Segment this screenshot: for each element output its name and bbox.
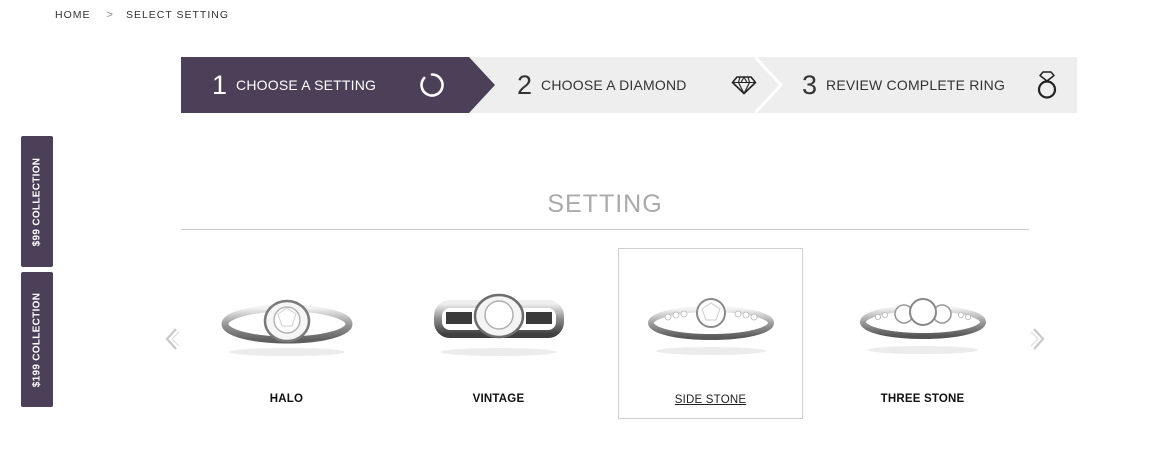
- step-choose-setting[interactable]: 1 CHOOSE A SETTING: [181, 57, 469, 113]
- collection-tab-label: $99 COLLECTION: [31, 157, 43, 246]
- step-label: CHOOSE A DIAMOND: [541, 77, 687, 93]
- section-divider: [181, 229, 1029, 230]
- ring-icon: [1035, 70, 1059, 100]
- collection-tab-label: $199 COLLECTION: [31, 292, 43, 387]
- setting-card-halo[interactable]: HALO: [194, 248, 379, 419]
- step-label: CHOOSE A SETTING: [236, 77, 377, 93]
- step-arrow-divider: [469, 57, 495, 113]
- setting-name: VINTAGE: [472, 393, 525, 405]
- section-title: SETTING: [547, 190, 663, 218]
- breadcrumb-home-link[interactable]: HOME: [55, 9, 91, 21]
- ring-progress-icon: [419, 72, 445, 98]
- chevron-right-icon[interactable]: [1028, 326, 1048, 357]
- ring-image: [221, 299, 352, 356]
- setting-name: SIDE STONE: [674, 394, 747, 406]
- collection-199-tab[interactable]: $199 COLLECTION: [21, 272, 53, 407]
- step-review-ring[interactable]: 3 REVIEW COMPLETE RING: [802, 57, 1077, 113]
- setting-name: THREE STONE: [880, 393, 965, 405]
- step-number: 2: [517, 69, 533, 100]
- setting-card-three-stone[interactable]: THREE STONE: [830, 248, 1015, 419]
- step-label: REVIEW COMPLETE RING: [826, 77, 1006, 93]
- step-number: 1: [212, 69, 228, 100]
- step-number: 3: [802, 69, 818, 100]
- ring-image: [647, 298, 774, 355]
- steps-bar: 1 CHOOSE A SETTING 2 CHOOSE A DIAMOND 3 …: [181, 57, 1077, 113]
- step-arrow-divider: [755, 57, 783, 113]
- ring-image: [859, 298, 986, 354]
- breadcrumb-current: SELECT SETTING: [125, 9, 230, 21]
- setting-card-vintage[interactable]: VINTAGE: [406, 248, 591, 419]
- setting-name: HALO: [269, 393, 304, 405]
- setting-card-side-stone[interactable]: SIDE STONE: [618, 248, 803, 419]
- breadcrumb-separator-icon: >: [106, 9, 114, 21]
- chevron-left-icon[interactable]: [162, 326, 182, 357]
- step-choose-diamond[interactable]: 2 CHOOSE A DIAMOND: [517, 57, 757, 113]
- diamond-icon: [731, 75, 757, 95]
- ring-image: [433, 293, 564, 356]
- collection-99-tab[interactable]: $99 COLLECTION: [21, 136, 53, 267]
- breadcrumb: HOME > SELECT SETTING: [55, 9, 229, 21]
